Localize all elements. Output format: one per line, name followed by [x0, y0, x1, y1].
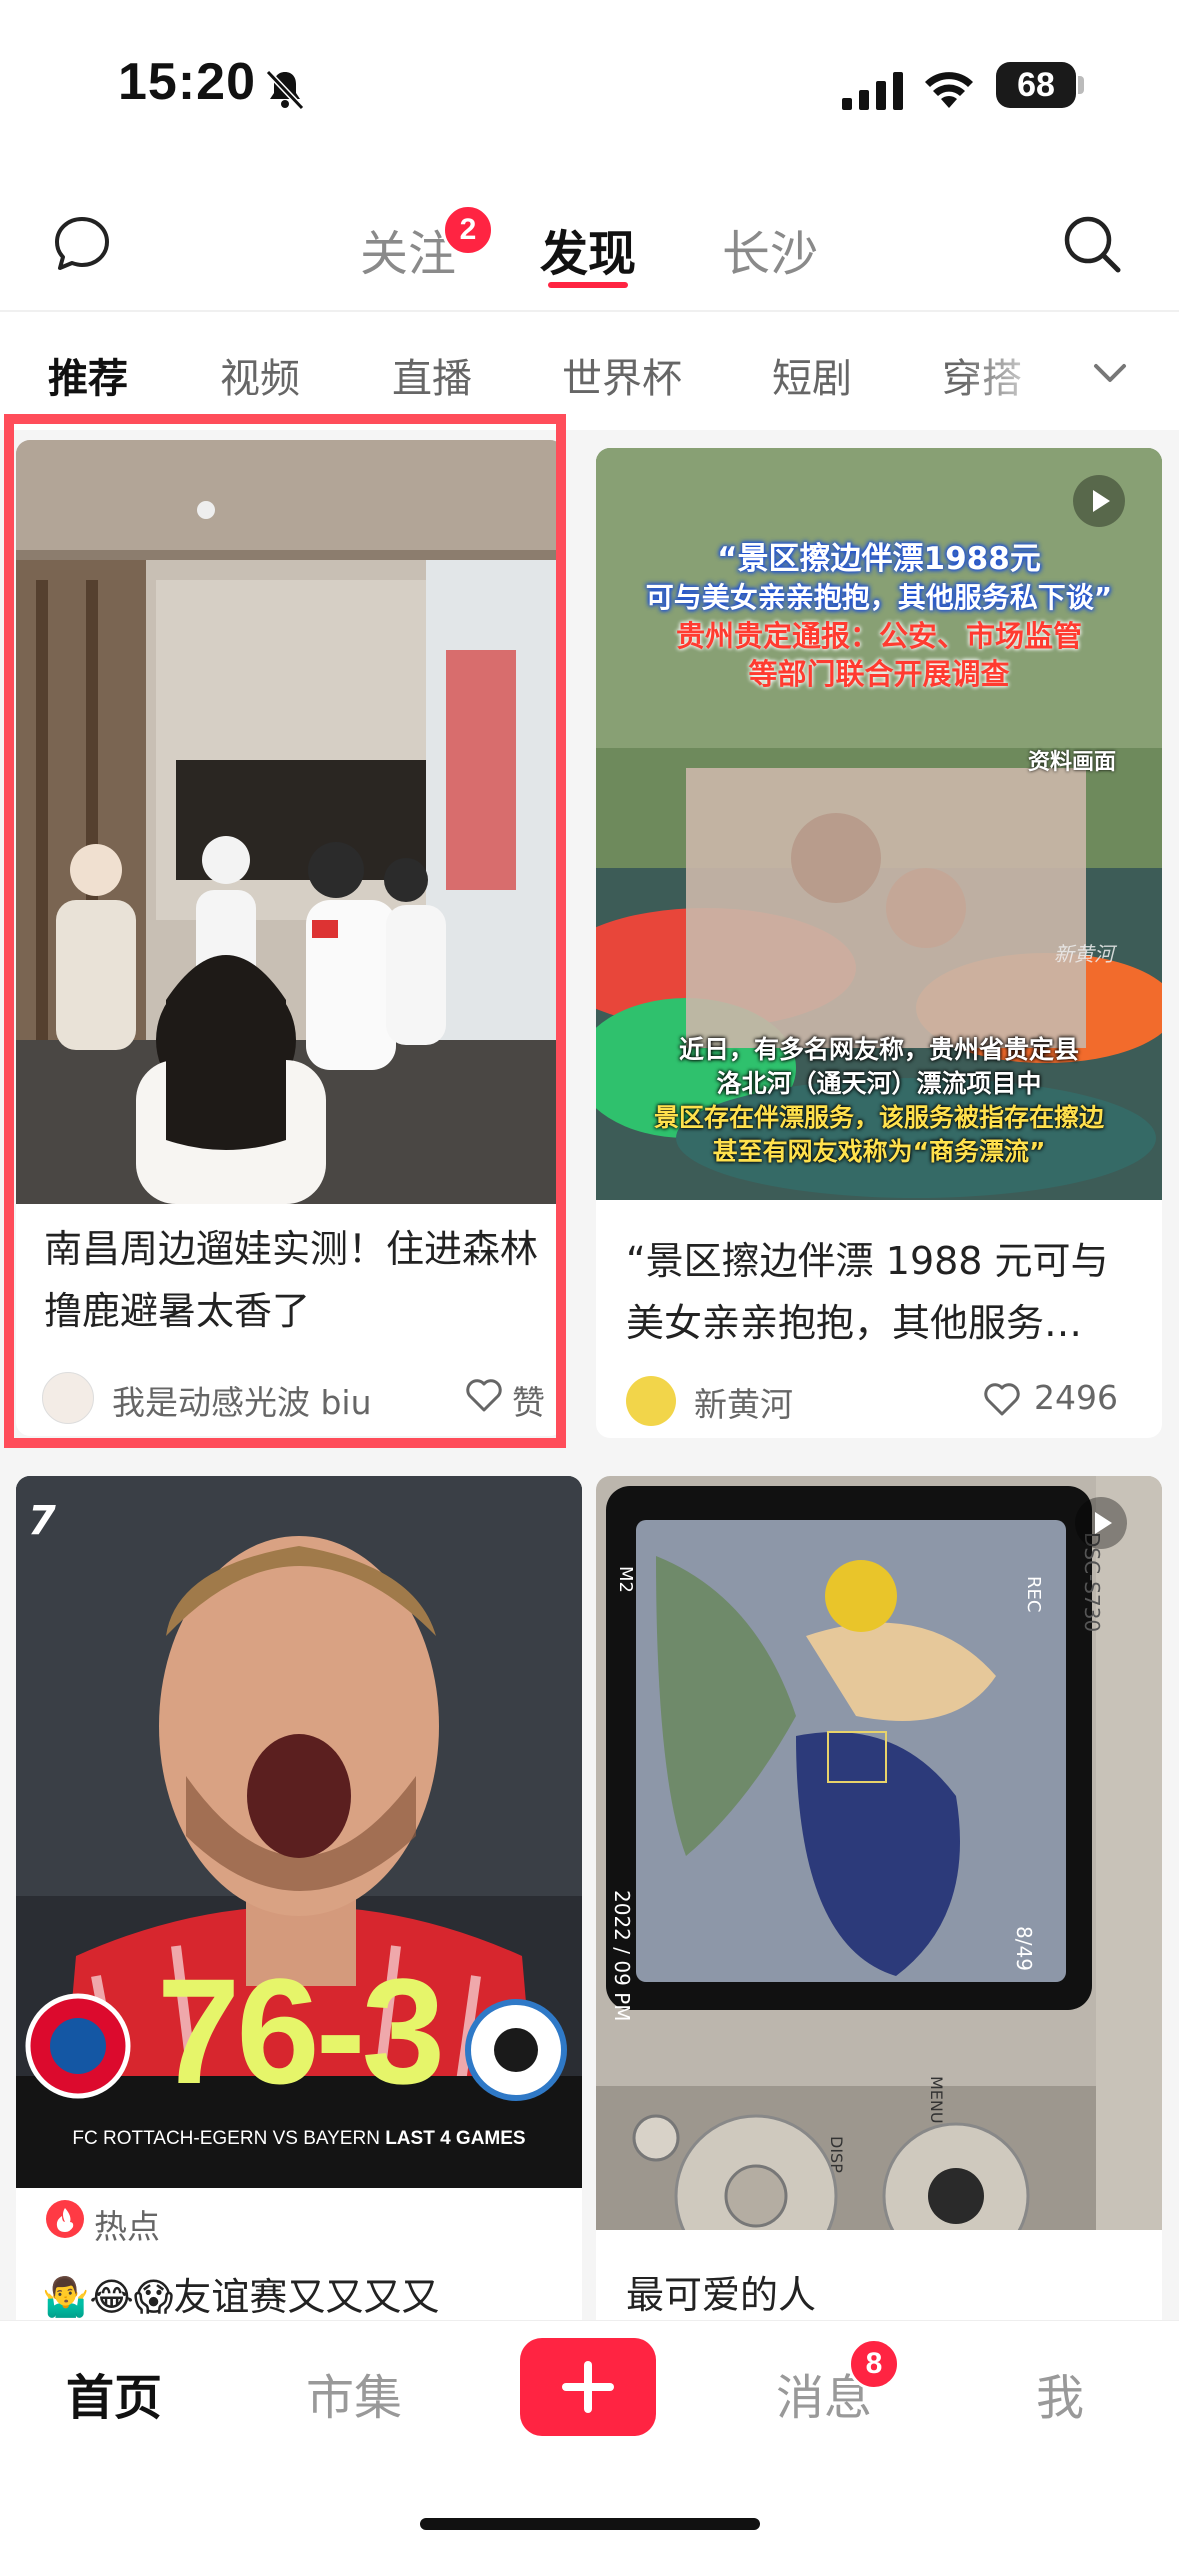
- nav-divider: [0, 310, 1179, 312]
- tab-discover[interactable]: 发现: [540, 214, 636, 284]
- menu-button-label: MENU: [927, 2076, 946, 2124]
- cellular-signal-icon: [842, 72, 903, 110]
- score-text: 76-3: [156, 1947, 445, 2115]
- battery-indicator: 68: [996, 62, 1076, 108]
- active-tab-indicator: [548, 282, 628, 288]
- play-icon: [1075, 1497, 1127, 1549]
- plus-icon: [562, 2361, 614, 2413]
- home-indicator: [420, 2518, 760, 2530]
- selection-highlight: [4, 414, 566, 1448]
- fire-icon: [46, 2200, 84, 2238]
- like-count: 2496: [1034, 1378, 1118, 1417]
- tab-me[interactable]: 我: [1036, 2358, 1084, 2428]
- cover-headline-1: “景区擦边伴漂1988元: [717, 541, 1041, 577]
- cover-caption-1: 近日，有多名网友称，贵州省贵定县: [678, 1035, 1079, 1064]
- author-name[interactable]: 新黄河: [694, 1378, 793, 1426]
- match-subtitle: FC ROTTACH-EGERN VS BAYERN LAST 4 GAMES: [72, 2128, 526, 2149]
- watermark: 新黄河: [1054, 942, 1114, 966]
- note-card[interactable]: 76-3 FC ROTTACH-EGERN VS BAYERN LAST 4 G…: [16, 1476, 582, 2336]
- heart-icon[interactable]: [982, 1380, 1022, 1418]
- shot-count: 8/49: [1012, 1926, 1036, 1971]
- category-recommend[interactable]: 推荐: [48, 346, 128, 404]
- source-tag: 资料画面: [1028, 750, 1117, 775]
- tab-home[interactable]: 首页: [66, 2358, 162, 2428]
- note-card[interactable]: “景区擦边伴漂1988元 可与美女亲亲抱抱，其他服务私下谈” 贵州贵定通报：公安…: [596, 448, 1162, 1438]
- bell-muted-icon: [265, 69, 305, 111]
- chat-bubble-icon[interactable]: [52, 214, 112, 274]
- cover-caption-4: 甚至有网友戏称为“商务漂流”: [712, 1137, 1046, 1166]
- note-title: “景区擦边伴漂 1988 元可与美女亲亲抱抱，其他服务…: [626, 1239, 1109, 1345]
- note-cover-image: [596, 1476, 1162, 2278]
- camera-mode: M2: [615, 1566, 636, 1593]
- cover-caption-3: 景区存在伴漂服务，该服务被指存在擦边: [653, 1103, 1104, 1132]
- author-avatar[interactable]: [626, 1376, 676, 1426]
- topic-tag[interactable]: 热点: [94, 2200, 160, 2248]
- note-title: 最可爱的人: [626, 2273, 817, 2317]
- messages-badge: 8: [848, 2338, 900, 2390]
- cover-caption-2: 洛北河（通天河）漂流项目中: [716, 1069, 1042, 1098]
- category-video[interactable]: 视频: [220, 346, 300, 404]
- camera-date: 2022 / 09 PM: [610, 1890, 634, 2022]
- play-icon: [1073, 475, 1125, 527]
- disp-button-label: DISP: [827, 2136, 846, 2173]
- rec-indicator: REC: [1023, 1576, 1044, 1613]
- note-card[interactable]: DSC-S730 REC M2 2022 / 09 PM 8/49 MENU D…: [596, 1476, 1162, 2336]
- category-live[interactable]: 直播: [392, 346, 472, 404]
- battery-tip: [1078, 76, 1084, 94]
- publisher-logo: 7: [28, 1498, 56, 1544]
- status-time: 15:20: [118, 53, 256, 111]
- category-world-cup[interactable]: 世界杯: [562, 346, 682, 404]
- cover-headline-2: 可与美女亲亲抱抱，其他服务私下谈”: [645, 581, 1113, 614]
- category-short-drama[interactable]: 短剧: [772, 346, 852, 404]
- tab-local[interactable]: 长沙: [722, 214, 818, 284]
- cover-headline-4: 等部门联合开展调查: [748, 657, 1010, 691]
- follow-badge: 2: [442, 204, 494, 256]
- chevron-down-icon[interactable]: [1090, 358, 1130, 388]
- category-fade: [960, 330, 1060, 410]
- create-post-button[interactable]: [520, 2338, 656, 2436]
- wifi-icon: [925, 72, 973, 108]
- tab-market[interactable]: 市集: [306, 2358, 402, 2428]
- cover-headline-3: 贵州贵定通报：公安、市场监管: [675, 619, 1082, 653]
- note-title: 🤷‍♂️😂😱友谊赛又又又又: [42, 2275, 440, 2319]
- search-icon[interactable]: [1060, 212, 1124, 276]
